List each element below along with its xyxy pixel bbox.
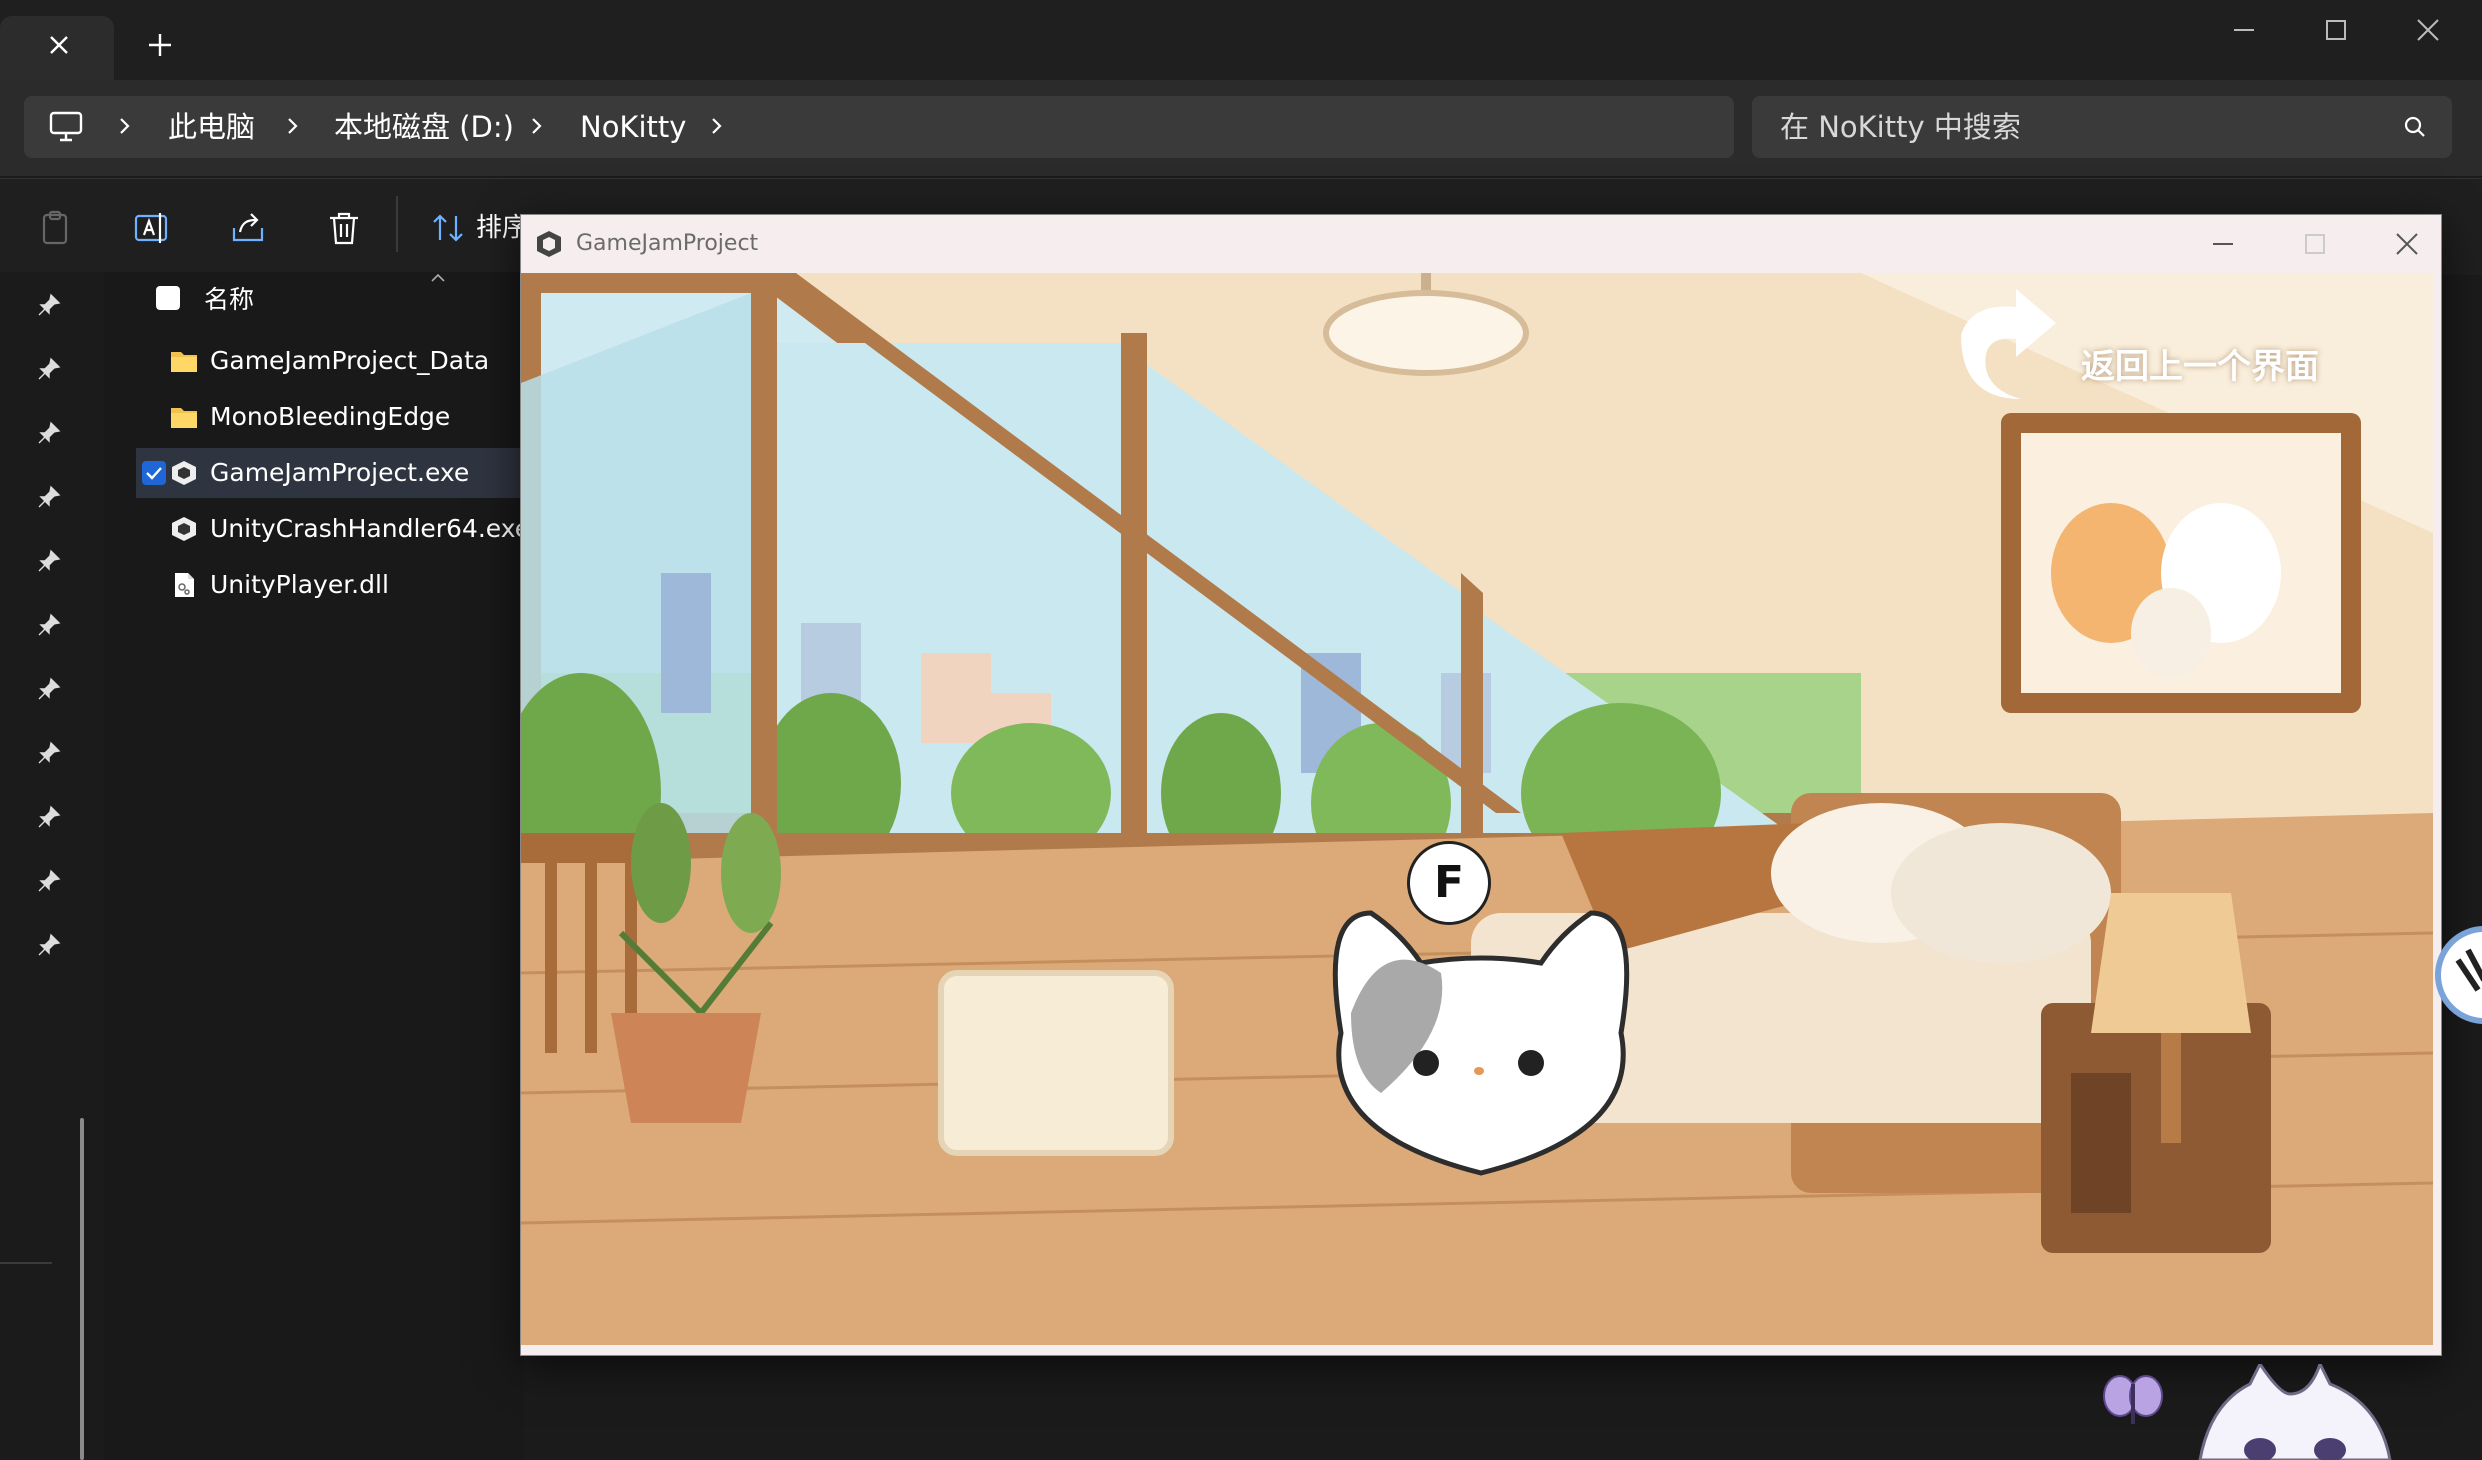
sort-ascending-icon bbox=[431, 273, 445, 282]
list-item-gamejamproject-data[interactable]: GameJamProject_Data bbox=[136, 336, 526, 386]
rename-icon[interactable] bbox=[132, 208, 172, 248]
close-tab-icon[interactable] bbox=[44, 30, 74, 60]
nav-divider bbox=[0, 1262, 52, 1264]
search-placeholder: 在 NoKitty 中搜索 bbox=[1780, 110, 2021, 144]
pin-icon[interactable] bbox=[36, 356, 62, 382]
select-all-checkbox[interactable] bbox=[156, 286, 180, 310]
chevron-right-icon[interactable] bbox=[524, 114, 548, 138]
toolbar-divider bbox=[396, 196, 398, 252]
breadcrumb-nokitty[interactable]: NoKitty bbox=[580, 96, 686, 158]
game-window-title: GameJamProject bbox=[576, 231, 759, 256]
unity-app-icon bbox=[172, 461, 196, 485]
game-minimize-icon[interactable] bbox=[2193, 224, 2253, 264]
tab-nokitty[interactable] bbox=[0, 16, 114, 80]
pin-icon[interactable] bbox=[36, 868, 62, 894]
new-tab-icon[interactable] bbox=[143, 28, 177, 62]
breadcrumb-this-pc[interactable]: 此电脑 bbox=[168, 96, 255, 158]
list-item-gamejamproject-exe[interactable]: GameJamProject.exe bbox=[136, 448, 526, 498]
back-to-previous-button[interactable]: 返回上一个界面 bbox=[1961, 309, 2353, 409]
unity-app-icon bbox=[537, 231, 561, 257]
chevron-right-icon[interactable] bbox=[112, 114, 136, 138]
pin-icon[interactable] bbox=[36, 612, 62, 638]
unity-app-icon bbox=[172, 517, 196, 541]
chevron-right-icon[interactable] bbox=[280, 114, 304, 138]
pin-icon[interactable] bbox=[36, 420, 62, 446]
game-titlebar[interactable]: GameJamProject bbox=[521, 215, 2441, 273]
close-window-icon[interactable] bbox=[2398, 10, 2458, 50]
this-pc-icon[interactable] bbox=[48, 110, 84, 144]
navigation-pane bbox=[0, 272, 104, 1460]
folder-icon bbox=[171, 408, 197, 428]
desktop-pet-character[interactable] bbox=[2180, 1364, 2400, 1460]
game-close-icon[interactable] bbox=[2377, 224, 2437, 264]
pin-icon[interactable] bbox=[36, 484, 62, 510]
column-header-name[interactable]: 名称 bbox=[204, 280, 254, 316]
checkmark-icon bbox=[146, 467, 162, 480]
paste-icon[interactable] bbox=[36, 208, 76, 248]
minimize-icon[interactable] bbox=[2214, 10, 2274, 50]
pin-icon[interactable] bbox=[36, 740, 62, 766]
pin-icon[interactable] bbox=[36, 676, 62, 702]
share-icon[interactable] bbox=[228, 208, 268, 248]
list-item-unityplayer-dll[interactable]: UnityPlayer.dll bbox=[136, 560, 526, 610]
interact-key-prompt: F bbox=[1407, 841, 1491, 925]
butterfly-icon bbox=[2103, 1375, 2163, 1424]
bedroom-scene-illustration bbox=[521, 273, 2433, 1345]
nav-scrollbar[interactable] bbox=[80, 1118, 84, 1460]
chevron-right-icon[interactable] bbox=[704, 114, 728, 138]
list-item-monobleedingedge[interactable]: MonoBleedingEdge bbox=[136, 392, 526, 442]
pin-icon[interactable] bbox=[36, 804, 62, 830]
folder-icon bbox=[171, 352, 197, 372]
pin-icon[interactable] bbox=[36, 292, 62, 318]
search-icon[interactable] bbox=[2402, 114, 2428, 140]
game-window[interactable]: GameJamProject 返回上一个界面 F bbox=[520, 214, 2442, 1356]
row-checkbox-checked[interactable] bbox=[142, 461, 166, 485]
game-scene[interactable]: 返回上一个界面 F bbox=[521, 273, 2433, 1345]
pin-icon[interactable] bbox=[36, 548, 62, 574]
address-bar[interactable]: 此电脑 本地磁盘 (D:) NoKitty bbox=[24, 96, 1734, 158]
file-list: 名称 GameJamProject_Data MonoBleedingEdge … bbox=[104, 272, 530, 1460]
side-widget-icon[interactable] bbox=[2428, 920, 2482, 1030]
list-item-unitycrashhandler[interactable]: UnityCrashHandler64.exe bbox=[136, 504, 530, 554]
dll-file-icon bbox=[175, 573, 194, 597]
sort-icon[interactable] bbox=[428, 208, 468, 248]
maximize-icon[interactable] bbox=[2306, 10, 2366, 50]
game-maximize-icon[interactable] bbox=[2285, 224, 2345, 264]
delete-icon[interactable] bbox=[324, 208, 364, 248]
breadcrumb-drive-d[interactable]: 本地磁盘 (D:) bbox=[334, 96, 514, 158]
search-input[interactable]: 在 NoKitty 中搜索 bbox=[1752, 96, 2452, 158]
tab-bar bbox=[0, 0, 2482, 80]
pin-icon[interactable] bbox=[36, 932, 62, 958]
